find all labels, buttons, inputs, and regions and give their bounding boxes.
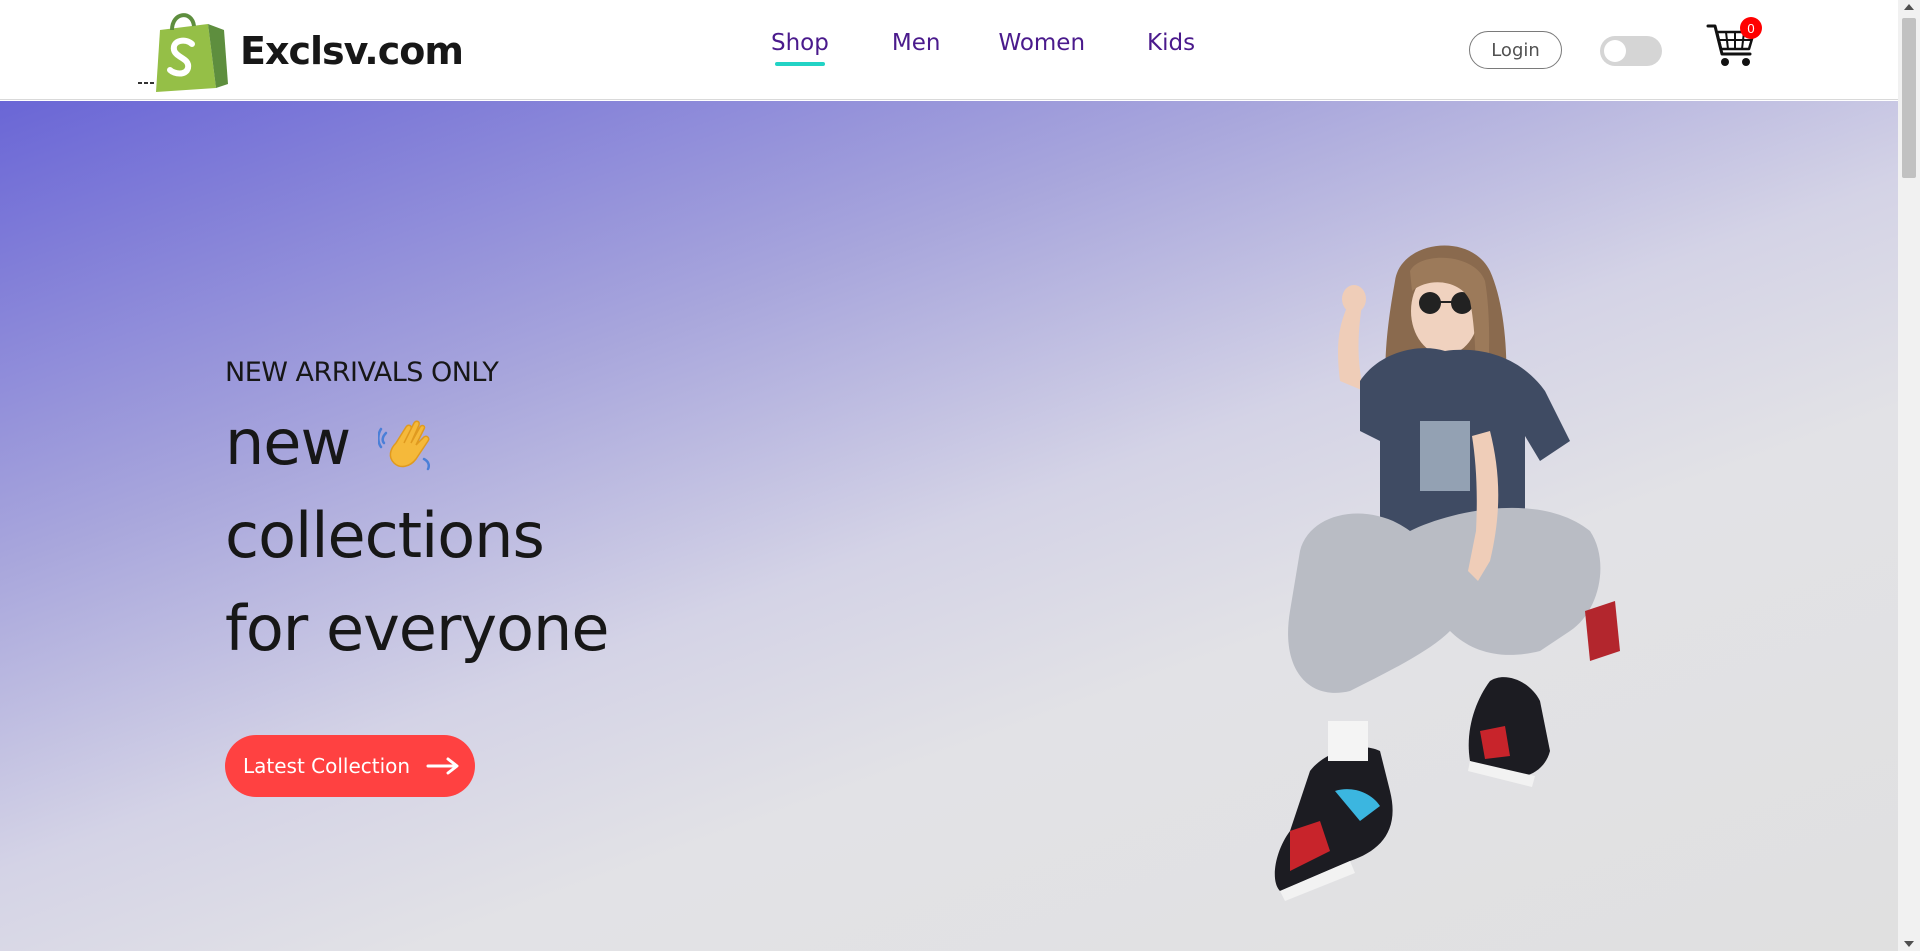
- navbar: Exclsv.com Shop Men Women Kids Login 0: [0, 0, 1898, 100]
- cart-count-badge: 0: [1740, 17, 1762, 39]
- hero-line-1-text: new: [225, 406, 351, 479]
- nav-item-men[interactable]: Men: [892, 30, 941, 56]
- latest-collection-label: Latest Collection: [243, 754, 411, 778]
- nav-item-women[interactable]: Women: [998, 30, 1085, 56]
- nav-item-shop[interactable]: Shop: [771, 30, 829, 66]
- latest-collection-button[interactable]: Latest Collection: [225, 735, 475, 797]
- toggle-knob: [1604, 40, 1626, 62]
- scroll-up-arrow-icon[interactable]: [1904, 4, 1914, 10]
- hero-section: NEW ARRIVALS ONLY new collections for ev…: [0, 101, 1898, 951]
- brand-logo[interactable]: Exclsv.com: [138, 8, 464, 94]
- scroll-down-arrow-icon[interactable]: [1904, 941, 1914, 947]
- waving-hand-icon: [378, 420, 431, 470]
- main-nav: Shop Men Women Kids: [771, 30, 1256, 66]
- hero-line-3: for everyone: [225, 592, 609, 665]
- hero-line-2: collections: [225, 499, 545, 572]
- brand-name: Exclsv.com: [240, 29, 464, 73]
- login-button[interactable]: Login: [1469, 31, 1562, 69]
- arrow-right-icon: [426, 757, 459, 775]
- nav-item-kids[interactable]: Kids: [1147, 30, 1195, 56]
- hero-line-1: new: [225, 396, 609, 489]
- shopping-bag-logo-icon: [138, 13, 228, 92]
- theme-toggle[interactable]: [1600, 36, 1662, 66]
- scroll-thumb[interactable]: [1902, 18, 1916, 178]
- hero-text: NEW ARRIVALS ONLY new collections for ev…: [225, 357, 609, 675]
- hero-tagline: NEW ARRIVALS ONLY: [225, 357, 499, 388]
- page-scrollbar[interactable]: [1898, 0, 1920, 951]
- hero-model-image: [1274, 245, 1620, 901]
